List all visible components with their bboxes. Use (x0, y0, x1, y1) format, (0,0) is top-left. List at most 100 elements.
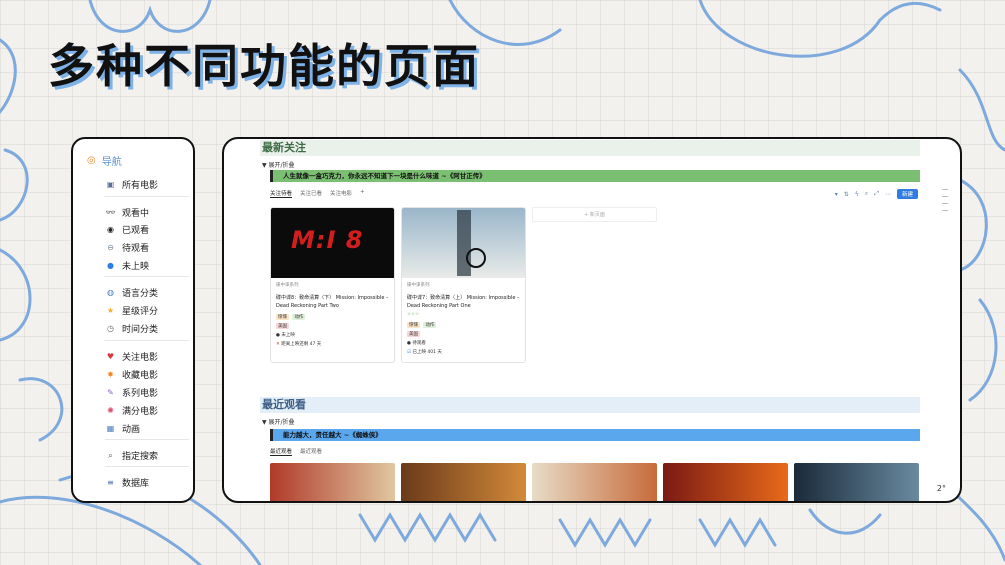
nav-item-label: 语言分类 (122, 289, 159, 299)
nav-divider (105, 196, 189, 197)
release-countdown: 距离上映还剩 47 天 (281, 342, 322, 347)
nav-item-label: 所有电影 (122, 181, 159, 191)
sort-icon[interactable]: ⇅ (844, 191, 849, 198)
nav-item-sunglasses[interactable]: ◉ 已观看 (105, 223, 149, 236)
database-icon: ≡ (107, 478, 114, 487)
movie-card-mi7[interactable]: 碟中谍系列 碟中谍7：致命清算（上） Mission: Impossible –… (401, 207, 526, 363)
filter-icon[interactable]: ▾ (835, 191, 838, 198)
section-title-recent-watch: 最近观看 (260, 397, 920, 413)
compass-icon: ◎ (87, 154, 96, 166)
nav-divider (105, 340, 189, 341)
search-icon: ⌕ (108, 450, 113, 460)
quote-callout: 能力越大，责任越大 ~《蜘蛛侠》 (270, 429, 920, 441)
tab-follow-todo[interactable]: 关注待看 (270, 189, 293, 198)
tab-add[interactable]: + (360, 189, 365, 198)
sunglasses-icon: ◉ (107, 225, 114, 234)
new-button[interactable]: 新建 (896, 189, 918, 199)
tab-recent-2[interactable]: 最近观看 (300, 447, 322, 456)
fireworks-icon: ✺ (107, 406, 114, 415)
status-label: 未上映 (281, 333, 295, 338)
poster-bike (466, 248, 486, 268)
series-label: 碟中谍系列 (407, 283, 430, 288)
status-label: 待观看 (412, 341, 426, 346)
rating-stars: ☆☆☆ (407, 312, 420, 317)
nav-panel: ◎ 导航 ▣ 所有电影 👓 观看中 ◉ 已观看 ⊖ 待观看 ● 未上映 ◍ 语言分类 ★ 星级评分 ◷ 时间分… (71, 137, 195, 503)
poster-thumb[interactable] (270, 463, 395, 501)
release-elapsed: 已上映 401 天 (412, 350, 442, 355)
series-label: 碟中谍系列 (276, 283, 299, 288)
toggle-expand[interactable]: ▼ 展开/折叠 (262, 417, 295, 426)
more-icon[interactable]: ⋯ (885, 191, 891, 198)
nav-divider (105, 276, 189, 277)
eye-icon: ⊖ (107, 243, 114, 252)
nav-item-label: 观看中 (122, 209, 150, 219)
poster-title-vertical (457, 210, 471, 276)
genre-tag: 惊悚 (276, 314, 289, 320)
section-title-latest-follow: 最新关注 (260, 140, 920, 156)
movie-title: 碟中谍8：致命清算（下） Mission: Impossible – Dead … (276, 295, 389, 309)
glasses-icon: 👓 (105, 208, 116, 217)
view-tabs: 最近观看 最近观看 (270, 447, 322, 456)
nav-item-globe[interactable]: ◍ 语言分类 (105, 286, 158, 299)
nav-header-label[interactable]: 导航 (102, 153, 122, 168)
nav-item-label: 已观看 (122, 226, 150, 236)
star-icon: ★ (106, 306, 115, 315)
poster-thumb[interactable] (532, 463, 657, 501)
nav-item-heart[interactable]: ♥ 关注电影 (105, 350, 158, 363)
country-tag: 美国 (276, 323, 289, 329)
nav-item-label: 星级评分 (122, 307, 159, 317)
nav-item-label: 时间分类 (122, 325, 159, 335)
nav-item-database[interactable]: ≡ 数据库 (105, 476, 149, 489)
tab-follow-watched[interactable]: 关注已看 (300, 189, 322, 198)
nav-item-search[interactable]: ⌕ 指定搜索 (105, 449, 158, 463)
nav-item-label: 关注电影 (122, 353, 159, 363)
nav-item-sparkle[interactable]: ✸ 收藏电影 (105, 368, 158, 381)
db-toolbar: ▾ ⇅ ϟ ⌕ ⤢ ⋯ 新建 (835, 189, 918, 199)
notion-screenshot: 最新关注 ▼ 展开/折叠 人生就像一盒巧克力，你永远不知道下一块是什么味道 ~《… (222, 137, 962, 503)
nav-header: ◎ 导航 (73, 139, 193, 169)
nav-item-star[interactable]: ★ 星级评分 (105, 304, 158, 317)
poster-thumb[interactable] (794, 463, 919, 501)
nav-item-label: 满分电影 (122, 407, 159, 417)
search-icon[interactable]: ⌕ (865, 190, 868, 198)
nav-divider (105, 439, 189, 440)
nav-item-label: 待观看 (122, 244, 150, 254)
page-number: 2° (936, 484, 946, 493)
scroll-rail (942, 189, 948, 211)
tab-recent-1[interactable]: 最近观看 (270, 447, 293, 456)
nav-item-glasses[interactable]: 👓 观看中 (105, 206, 150, 219)
add-page-button[interactable]: + 新页面 (532, 207, 657, 222)
lightning-icon[interactable]: ϟ (855, 191, 859, 198)
toggle-expand[interactable]: ▼ 展开/折叠 (262, 160, 295, 169)
poster-image (402, 208, 525, 278)
poster-image: M:I 8 (271, 208, 394, 278)
sparkle-icon: ✸ (107, 370, 114, 379)
poster-thumb[interactable] (663, 463, 788, 501)
dna-icon: ✎ (107, 388, 114, 397)
globe-icon: ◍ (107, 288, 114, 297)
nav-item-eye[interactable]: ⊖ 待观看 (105, 241, 149, 254)
genre-tag: 动作 (292, 314, 306, 320)
nav-item-frame[interactable]: ▦ 动画 (105, 422, 140, 435)
movie-card-mi8[interactable]: M:I 8 碟中谍系列 碟中谍8：致命清算（下） Mission: Imposs… (270, 207, 395, 363)
nav-item-clock[interactable]: ◷ 时间分类 (105, 322, 158, 335)
clock-icon: ◷ (107, 324, 114, 333)
nav-item-label: 收藏电影 (122, 371, 159, 381)
genre-tag: 惊悚 (407, 322, 420, 328)
nav-item-fireworks[interactable]: ✺ 满分电影 (105, 404, 158, 417)
quote-callout: 人生就像一盒巧克力，你永远不知道下一块是什么味道 ~《阿甘正传》 (270, 170, 920, 182)
tab-follow-movies[interactable]: 关注电影 (330, 189, 352, 198)
country-tag: 美国 (407, 331, 420, 337)
slide-title: 多种不同功能的页面 (48, 39, 480, 93)
genre-tag: 动作 (423, 322, 437, 328)
view-tabs: 关注待看 关注已看 关注电影 + (270, 189, 365, 198)
poster-title: M:I 8 (291, 226, 364, 254)
nav-item-dna[interactable]: ✎ 系列电影 (105, 386, 158, 399)
nav-divider (105, 466, 189, 467)
poster-thumb[interactable] (401, 463, 526, 501)
nav-item-film[interactable]: ▣ 所有电影 (105, 178, 158, 191)
nav-item-label: 动画 (122, 425, 141, 435)
nav-item-label: 数据库 (122, 479, 150, 489)
nav-item-cc[interactable]: ● 未上映 (105, 259, 149, 272)
expand-icon[interactable]: ⤢ (874, 190, 879, 198)
